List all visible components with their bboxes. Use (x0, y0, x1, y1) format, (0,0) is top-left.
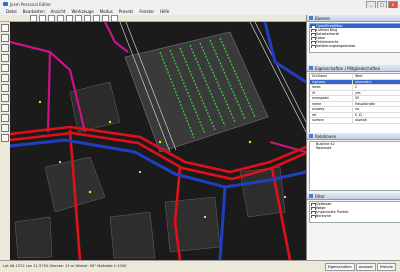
layers-icon (309, 16, 313, 20)
filter-toggle-icon[interactable] (1, 124, 9, 132)
history-toggle-icon[interactable] (1, 114, 9, 122)
tag-value[interactable]: 50 (353, 96, 400, 101)
redo-icon[interactable] (84, 14, 91, 22)
tags-panel-header[interactable]: Eigenschaften / Mitgliedschaften (307, 65, 400, 72)
draw-tool-icon[interactable] (1, 34, 9, 42)
upload-icon[interactable] (57, 14, 64, 22)
new-icon[interactable] (30, 14, 37, 22)
tag-key: oneway (310, 107, 353, 112)
menu-view[interactable]: Ansicht (51, 9, 66, 14)
relations-list: Buslinie 42 Radroute (309, 141, 400, 191)
status-tab-selection[interactable]: Auswahl (355, 263, 376, 271)
relations-panel-title: Relationen (315, 134, 337, 139)
filter-panel-title: Filter (315, 194, 325, 199)
improve-way-tool-icon[interactable] (1, 74, 9, 82)
tags-icon (309, 66, 313, 70)
tag-value[interactable]: yes (353, 91, 400, 96)
filter-panel-header[interactable]: Filter (307, 193, 400, 200)
menu-windows[interactable]: Fenster (139, 9, 154, 14)
tag-value[interactable]: 2 (353, 85, 400, 90)
tags-table: Schlüssel Wert highway secondary lanes 2 l… (309, 73, 400, 136)
layers-panel-title: Ebenen (315, 16, 331, 21)
side-panel: Ebenen OpenStreetMap Luftbild Bing Katas… (306, 15, 400, 260)
preferences-icon[interactable] (93, 14, 100, 22)
zoom-in-icon[interactable] (102, 14, 109, 22)
filter-label: Bereiche (316, 214, 331, 218)
select-tool-icon[interactable] (1, 24, 9, 32)
layer-label: Validierungsergebnisse (316, 44, 356, 48)
main-toolbar (0, 14, 306, 22)
layers-toggle-icon[interactable] (1, 94, 9, 102)
tag-key: surface (310, 118, 353, 123)
menu-mode[interactable]: Modus (100, 9, 113, 14)
tags-toggle-icon[interactable] (1, 104, 9, 112)
menu-tools[interactable]: Werkzeuge (71, 9, 93, 14)
tag-key: name (310, 101, 353, 106)
status-tabs: Eigenschaften Auswahl Historie (324, 263, 396, 271)
extrude-tool-icon[interactable] (1, 64, 9, 72)
tags-panel-title: Eigenschaften / Mitgliedschaften (315, 66, 381, 71)
filter-list: Gebäude Wege Ungenutzte Punkte Bereiche (309, 201, 400, 223)
building (109, 211, 156, 259)
map-drawing[interactable] (10, 22, 306, 260)
layer-item[interactable]: Validierungsergebnisse (310, 44, 400, 48)
layers-panel-header[interactable]: Ebenen (307, 15, 400, 22)
value-column-header: Wert (355, 74, 363, 78)
relations-icon (309, 134, 313, 138)
tag-value[interactable]: no (353, 107, 400, 112)
filter-item[interactable]: Bereiche (310, 214, 400, 218)
tag-key: highway (310, 79, 353, 84)
relations-panel-header[interactable]: Relationen (307, 133, 400, 140)
layers-list: OpenStreetMap Luftbild Bing Katasterkart… (309, 23, 400, 53)
menu-file[interactable]: Datei (6, 9, 17, 14)
status-tab-properties[interactable]: Eigenschaften (324, 263, 355, 271)
tag-value[interactable]: secondary (353, 79, 400, 84)
relation-label: Radroute (316, 146, 332, 150)
save-icon[interactable] (48, 14, 55, 22)
tag-row[interactable]: surface asphalt (310, 118, 400, 124)
menu-presets[interactable]: Presets (119, 9, 134, 14)
tag-key: lanes (310, 85, 353, 90)
tag-key: maxspeed (310, 96, 353, 101)
undo-icon[interactable] (75, 14, 82, 22)
relation-item[interactable]: Radroute (310, 146, 400, 150)
menu-help[interactable]: Hilfe (160, 9, 169, 14)
status-bar: Lat 48.1372 Lon 11.5755 Strecke: 12 m Wi… (0, 260, 400, 272)
status-text: Lat 48.1372 Lon 11.5755 Strecke: 12 m Wi… (3, 264, 127, 268)
checkbox-icon[interactable] (311, 214, 316, 218)
tag-value[interactable]: asphalt (353, 118, 400, 123)
tag-key: ref (310, 112, 353, 117)
parallel-tool-icon[interactable] (1, 84, 9, 92)
zoom-tool-icon[interactable] (1, 44, 9, 52)
filter-icon (309, 194, 313, 198)
tag-value[interactable]: Hauptstraße (353, 102, 400, 107)
building (14, 216, 53, 259)
checkbox-icon[interactable] (311, 44, 316, 48)
building (164, 196, 221, 253)
zoom-out-icon[interactable] (111, 14, 118, 22)
relations-toggle-icon[interactable] (1, 134, 9, 142)
tag-value[interactable]: K 12 (353, 113, 400, 118)
tag-key: lit (310, 90, 353, 95)
app-icon (3, 2, 8, 6)
key-column-header: Schlüssel (310, 74, 353, 79)
open-icon[interactable] (39, 14, 46, 22)
window-title: Josm Personal Editor (10, 2, 51, 7)
map-canvas[interactable] (10, 22, 306, 260)
download-icon[interactable] (66, 14, 73, 22)
delete-tool-icon[interactable] (1, 54, 9, 62)
menu-edit[interactable]: Bearbeiten (23, 9, 45, 14)
status-tab-history[interactable]: Historie (376, 263, 396, 271)
